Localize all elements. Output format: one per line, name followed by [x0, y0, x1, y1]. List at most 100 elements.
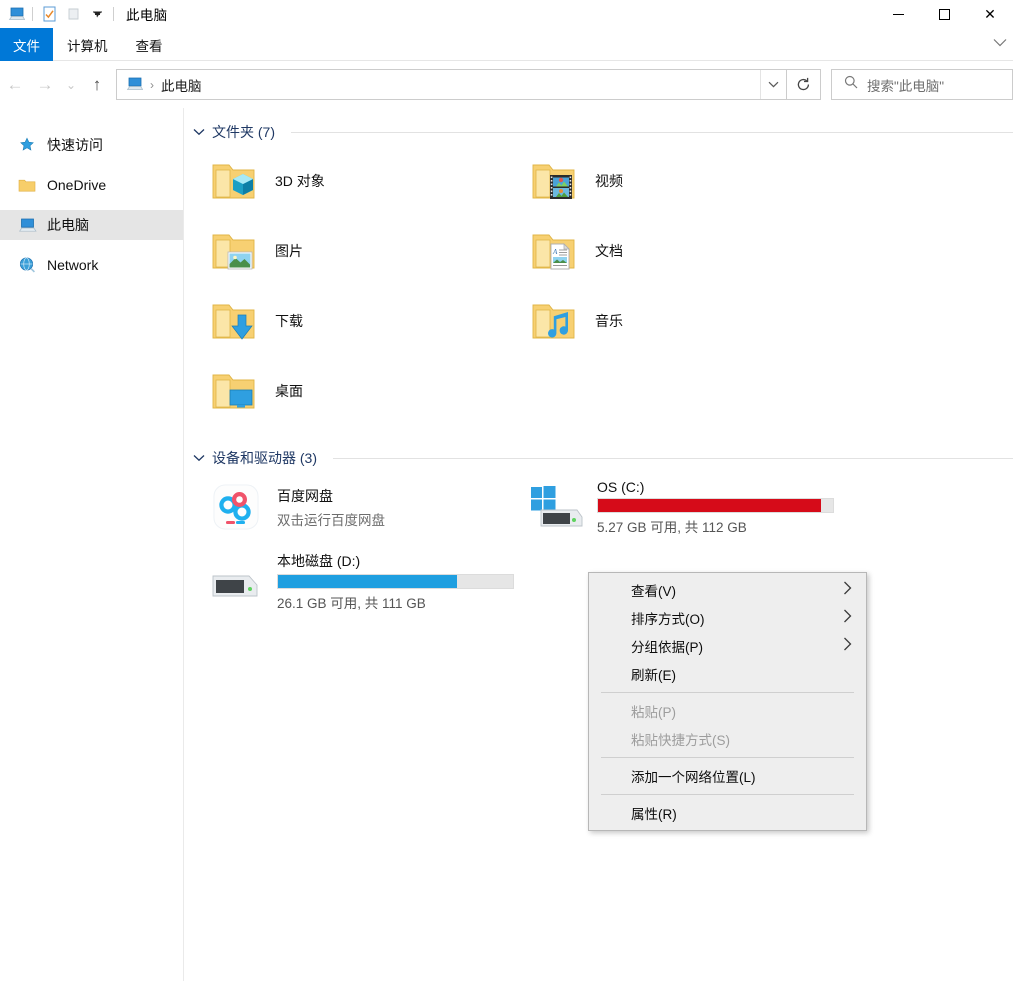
customize-dropdown-icon[interactable]	[85, 3, 109, 25]
sidebar-label-quick-access: 快速访问	[47, 137, 103, 153]
properties-icon[interactable]	[37, 3, 61, 25]
group-header-devices[interactable]: 设备和驱动器 (3)	[185, 448, 1013, 468]
folder-tile-videos[interactable]: 视频	[519, 146, 839, 216]
minimize-button[interactable]	[875, 0, 921, 28]
computer-icon[interactable]	[4, 3, 28, 25]
context-menu-item-sort-by[interactable]: 排序方式(O)	[589, 604, 866, 632]
sidebar-item-onedrive[interactable]: OneDrive	[0, 170, 183, 200]
forward-button[interactable]: →	[30, 70, 60, 100]
sidebar-item-network[interactable]: Network	[0, 250, 183, 280]
group-divider	[291, 131, 1013, 133]
folder-tile-desktop[interactable]: 桌面	[199, 356, 519, 426]
up-button[interactable]: ↑	[82, 70, 112, 100]
recent-locations-button[interactable]: ⌄	[60, 70, 82, 100]
chevron-right-icon	[843, 637, 852, 655]
context-menu-label: 刷新(E)	[631, 668, 676, 683]
device-text: 百度网盘 双击运行百度网盘	[277, 486, 385, 529]
svg-text:A: A	[552, 248, 558, 256]
device-tile-local-d[interactable]: 本地磁盘 (D:) 26.1 GB 可用, 共 111 GB	[199, 544, 534, 618]
chevron-down-icon[interactable]	[193, 126, 205, 138]
context-menu-label: 粘贴(P)	[631, 705, 676, 720]
toolbar-divider-2	[113, 7, 114, 21]
tab-file[interactable]: 文件	[0, 28, 53, 61]
context-menu-item-paste: 粘贴(P)	[589, 697, 866, 725]
folder-desktop-icon	[205, 362, 263, 420]
refresh-button[interactable]	[787, 69, 821, 100]
address-dropdown-icon[interactable]	[760, 70, 786, 99]
back-button[interactable]: ←	[0, 70, 30, 100]
folder-tile-documents[interactable]: A 文档	[519, 216, 839, 286]
breadcrumb-computer-icon	[126, 77, 143, 92]
group-header-folders[interactable]: 文件夹 (7)	[185, 122, 1013, 142]
toolbar-divider	[32, 7, 33, 21]
folder-pictures-icon	[205, 222, 263, 280]
breadcrumb-separator: ›	[150, 77, 154, 92]
device-subtitle: 双击运行百度网盘	[277, 512, 385, 528]
context-menu-label: 粘贴快捷方式(S)	[631, 733, 730, 748]
group-title-devices: 设备和驱动器 (3)	[212, 450, 317, 466]
context-menu-item-paste-shortcut: 粘贴快捷方式(S)	[589, 725, 866, 753]
device-name: 百度网盘	[277, 487, 333, 504]
breadcrumb-current[interactable]: 此电脑	[161, 75, 202, 95]
chevron-down-icon[interactable]	[993, 38, 1007, 50]
window-controls: ✕	[875, 0, 1013, 28]
device-tile-os-c[interactable]: OS (C:) 5.27 GB 可用, 共 112 GB	[519, 470, 854, 544]
new-folder-icon[interactable]	[61, 3, 85, 25]
folder-3d-icon	[205, 152, 263, 210]
context-menu-label: 分组依据(P)	[631, 640, 703, 655]
network-globe-icon	[17, 255, 37, 275]
context-menu-item-refresh[interactable]: 刷新(E)	[589, 660, 866, 688]
sidebar-label-onedrive: OneDrive	[47, 177, 107, 193]
hard-drive-icon	[205, 554, 267, 608]
sidebar-label-network: Network	[47, 257, 99, 273]
sidebar-label-this-pc: 此电脑	[47, 217, 89, 233]
context-menu-item-view[interactable]: 查看(V)	[589, 576, 866, 604]
title-bar: 此电脑 ✕	[0, 0, 1013, 28]
device-info: OS (C:) 5.27 GB 可用, 共 112 GB	[597, 479, 837, 536]
search-input[interactable]: 搜索"此电脑"	[831, 69, 1013, 100]
device-name: 本地磁盘 (D:)	[277, 552, 361, 569]
device-tile-baidu-netdisk[interactable]: 百度网盘 双击运行百度网盘	[199, 470, 519, 544]
folder-tile-pictures[interactable]: 图片	[199, 216, 519, 286]
ribbon-tab-bar: 文件 计算机 查看	[0, 28, 1013, 61]
close-button[interactable]: ✕	[967, 0, 1013, 28]
context-menu-item-group-by[interactable]: 分组依据(P)	[589, 632, 866, 660]
context-menu-separator	[601, 757, 854, 758]
context-menu-item-add-network-location[interactable]: 添加一个网络位置(L)	[589, 762, 866, 790]
sidebar-item-this-pc[interactable]: 此电脑	[0, 210, 183, 240]
device-capacity-text: 5.27 GB 可用, 共 112 GB	[597, 519, 747, 535]
folder-label: 桌面	[275, 383, 303, 399]
folder-label: 3D 对象	[275, 173, 325, 189]
maximize-button[interactable]	[921, 0, 967, 28]
folder-tile-music[interactable]: 音乐	[519, 286, 839, 356]
computer-icon	[17, 215, 37, 235]
folder-music-icon	[525, 292, 583, 350]
sidebar-item-quick-access[interactable]: 快速访问	[0, 130, 183, 160]
context-menu-item-properties[interactable]: 属性(R)	[589, 799, 866, 827]
navigation-bar: ← → ⌄ ↑ › 此电脑 搜索"此电脑"	[0, 61, 1013, 108]
search-placeholder: 搜索"此电脑"	[867, 78, 945, 94]
tab-computer[interactable]: 计算机	[53, 28, 122, 61]
folder-label: 图片	[275, 243, 303, 259]
folder-videos-icon	[525, 152, 583, 210]
folder-tile-downloads[interactable]: 下载	[199, 286, 519, 356]
tab-view[interactable]: 查看	[122, 28, 177, 61]
folder-icon	[17, 175, 37, 195]
device-info: 本地磁盘 (D:) 26.1 GB 可用, 共 111 GB	[277, 551, 517, 612]
folder-documents-icon: A	[525, 222, 583, 280]
folder-label: 音乐	[595, 313, 623, 329]
capacity-bar-d	[277, 573, 514, 589]
chevron-down-icon[interactable]	[193, 452, 205, 464]
context-menu-separator	[601, 794, 854, 795]
context-menu: 查看(V) 排序方式(O) 分组依据(P) 刷新(E) 粘贴(P) 粘贴快捷方式…	[588, 572, 867, 831]
file-list-pane: 文件夹 (7) 3D 对象 视频 图片 A 文档 下载 音乐 桌面 设备和驱动器…	[185, 108, 1013, 981]
window-title: 此电脑	[126, 8, 168, 23]
context-menu-label: 查看(V)	[631, 584, 676, 599]
device-name: OS (C:)	[597, 478, 645, 495]
address-bar[interactable]: › 此电脑	[116, 69, 787, 100]
quick-access-toolbar	[0, 3, 118, 25]
folder-tiles: 3D 对象 视频 图片 A 文档 下载 音乐 桌面	[185, 146, 1013, 426]
context-menu-label: 排序方式(O)	[631, 612, 705, 627]
folder-tile-3d-objects[interactable]: 3D 对象	[199, 146, 519, 216]
navigation-pane: 快速访问 OneDrive 此电脑 Network	[0, 108, 184, 981]
